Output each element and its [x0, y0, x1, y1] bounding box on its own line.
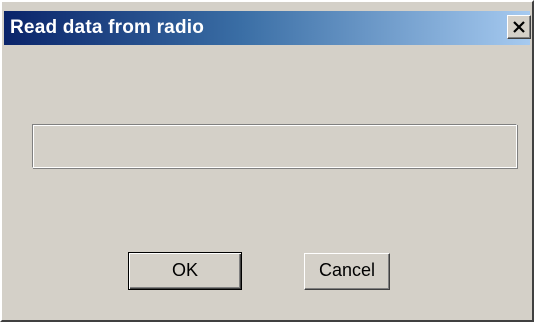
ok-button[interactable]: OK — [128, 252, 242, 290]
close-icon — [513, 21, 525, 33]
read-data-dialog: Read data from radio OK Cancel — [0, 0, 534, 322]
title-bar[interactable]: Read data from radio — [4, 11, 531, 45]
window-title: Read data from radio — [10, 17, 205, 38]
close-button[interactable] — [507, 15, 531, 39]
progress-bar — [32, 124, 517, 168]
cancel-button[interactable]: Cancel — [304, 253, 390, 290]
